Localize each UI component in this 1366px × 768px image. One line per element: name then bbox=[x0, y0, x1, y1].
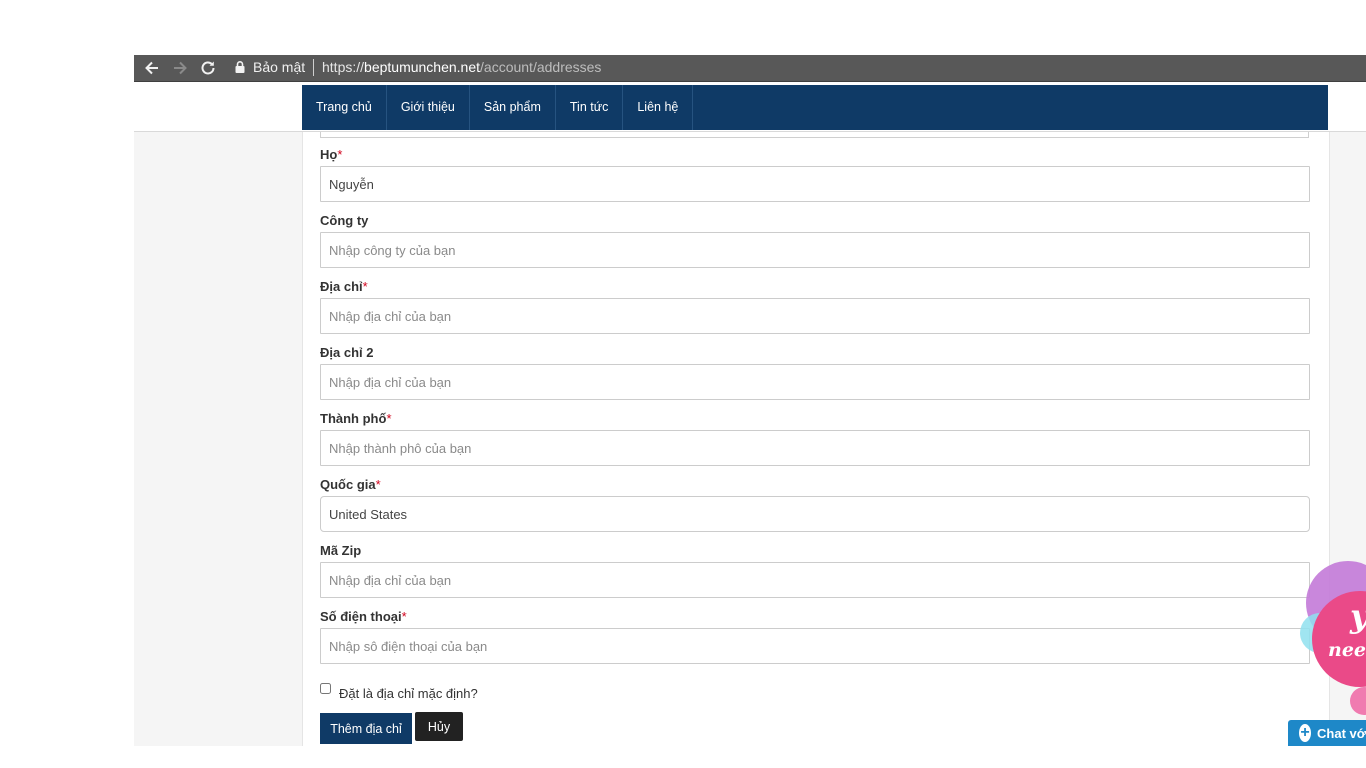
city-group: Thành phố* bbox=[320, 410, 1310, 466]
browser-address-bar: Bảo mật https://beptumunchen.net/account… bbox=[134, 55, 1366, 82]
secure-label: Bảo mật bbox=[253, 59, 306, 75]
promo-text-2: nee bbox=[1328, 639, 1366, 661]
nav-item-home[interactable]: Trang chủ bbox=[302, 85, 387, 130]
address2-group: Địa chỉ 2 bbox=[320, 344, 1310, 400]
browser-window: Bảo mật https://beptumunchen.net/account… bbox=[134, 55, 1366, 746]
phone-group: Số điện thoại* bbox=[320, 608, 1310, 664]
promo-bubble-widget[interactable]: y nee bbox=[1298, 555, 1366, 715]
address2-input[interactable] bbox=[320, 364, 1310, 400]
last-name-label: Họ* bbox=[320, 147, 343, 162]
country-label: Quốc gia* bbox=[320, 477, 381, 492]
url-path: /account/addresses bbox=[480, 59, 602, 75]
company-label: Công ty bbox=[320, 213, 369, 228]
url-host: beptumunchen.net bbox=[364, 59, 481, 75]
main-nav: Trang chủ Giới thiệu Sản phẩm Tin tức Li… bbox=[302, 85, 1328, 130]
zip-group: Mã Zip bbox=[320, 542, 1310, 598]
plus-circle-icon: + bbox=[1299, 724, 1312, 742]
default-address-row: Đặt là địa chỉ mặc định? bbox=[320, 683, 478, 701]
city-input[interactable] bbox=[320, 430, 1310, 466]
address-input[interactable] bbox=[320, 298, 1310, 334]
address-label: Địa chỉ* bbox=[320, 279, 368, 294]
company-group: Công ty bbox=[320, 212, 1310, 268]
zip-input[interactable] bbox=[320, 562, 1310, 598]
phone-label: Số điện thoại* bbox=[320, 609, 407, 624]
lock-icon bbox=[234, 60, 246, 74]
default-address-checkbox[interactable] bbox=[320, 683, 331, 694]
url-field[interactable]: https://beptumunchen.net/account/address… bbox=[322, 59, 601, 75]
site-header: Trang chủ Giới thiệu Sản phẩm Tin tức Li… bbox=[134, 82, 1366, 132]
address-group: Địa chỉ* bbox=[320, 278, 1310, 334]
reload-icon[interactable] bbox=[198, 58, 218, 78]
country-select[interactable] bbox=[320, 496, 1310, 532]
chat-label: Chat vớ bbox=[1317, 725, 1366, 741]
last-name-input[interactable] bbox=[320, 166, 1310, 202]
forward-arrow-icon[interactable] bbox=[170, 58, 190, 78]
address-separator bbox=[313, 59, 314, 76]
zip-label: Mã Zip bbox=[320, 543, 362, 558]
address-form: Họ* Công ty Địa chỉ* Địa chỉ 2 Thành phố… bbox=[302, 132, 1330, 746]
nav-item-products[interactable]: Sản phẩm bbox=[470, 85, 556, 130]
nav-item-news[interactable]: Tin tức bbox=[556, 85, 624, 130]
url-scheme: https:// bbox=[322, 59, 365, 75]
cancel-button[interactable]: Hủy bbox=[415, 712, 463, 741]
country-group: Quốc gia* bbox=[320, 476, 1310, 532]
company-input[interactable] bbox=[320, 232, 1310, 268]
last-name-group: Họ* bbox=[320, 146, 1310, 202]
city-label: Thành phố* bbox=[320, 411, 392, 426]
nav-item-about[interactable]: Giới thiệu bbox=[387, 85, 470, 130]
nav-item-contact[interactable]: Liên hệ bbox=[623, 85, 694, 130]
promo-text-1: y bbox=[1350, 597, 1366, 635]
back-arrow-icon[interactable] bbox=[142, 58, 162, 78]
phone-input[interactable] bbox=[320, 628, 1310, 664]
previous-field-edge bbox=[320, 132, 1309, 138]
add-address-button[interactable]: Thêm địa chỉ bbox=[320, 713, 412, 744]
chat-button[interactable]: + Chat vớ bbox=[1288, 720, 1366, 746]
default-address-label: Đặt là địa chỉ mặc định? bbox=[339, 686, 478, 701]
address2-label: Địa chỉ 2 bbox=[320, 345, 374, 360]
